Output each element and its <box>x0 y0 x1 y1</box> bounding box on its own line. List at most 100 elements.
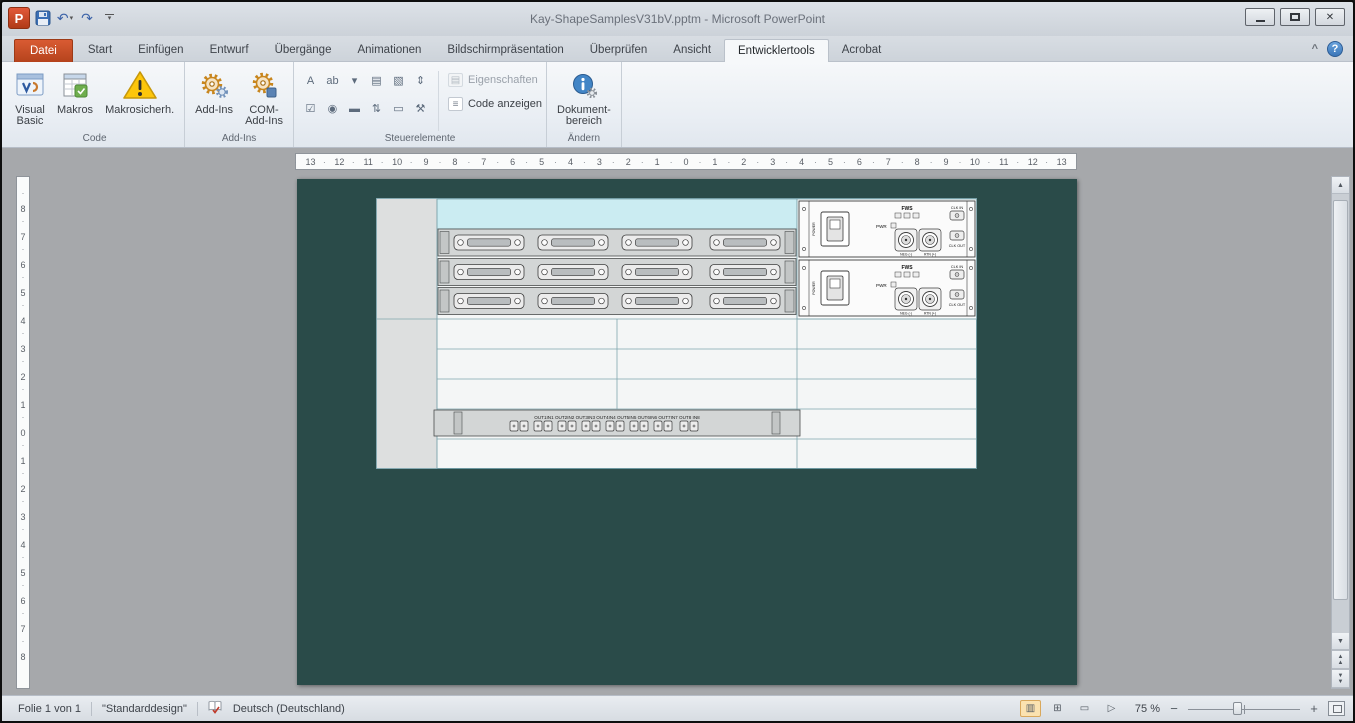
tab-uebergaenge[interactable]: Übergänge <box>262 39 345 61</box>
tab-datei[interactable]: Datei <box>14 39 73 62</box>
design-name[interactable]: "Standarddesign" <box>102 703 187 715</box>
ruler-number: 7 <box>874 154 903 169</box>
fit-to-window-button[interactable] <box>1328 701 1345 716</box>
undo-dropdown-caret: ▾ <box>70 14 74 22</box>
visual-basic-label-2: Basic <box>15 116 45 127</box>
tab-ansicht[interactable]: Ansicht <box>660 39 724 61</box>
titlebar[interactable]: P ↶▾ ↷ ▾ Kay-ShapeSamplesV31bV.pptm - Mi… <box>2 2 1353 36</box>
io-strip-labels: OUT1IN1 OUT2IN2 OUT3IN3 OUT4IN4 OUT5IN5 … <box>534 415 700 420</box>
io-strip: OUT1IN1 OUT2IN2 OUT3IN3 OUT4IN4 OUT5IN5 … <box>434 410 800 436</box>
tab-ueberpruefen[interactable]: Überprüfen <box>577 39 661 61</box>
double-up-icon-2: ▲ <box>1338 660 1344 666</box>
zoom-in-button[interactable]: + <box>1306 701 1322 717</box>
makros-button[interactable]: Makros <box>51 64 99 131</box>
tab-einfuegen[interactable]: Einfügen <box>125 39 196 61</box>
optionbutton-control[interactable]: ◉ <box>322 99 343 118</box>
addins-button[interactable]: Add-Ins <box>189 64 239 131</box>
language-indicator[interactable]: Deutsch (Deutschland) <box>233 703 345 715</box>
view-code-icon: ≡ <box>448 97 463 111</box>
slideshow-icon: ▷ <box>1108 703 1116 714</box>
scroll-up-icon: ▲ <box>1337 182 1344 189</box>
slide-sorter-icon: ⊞ <box>1053 703 1061 714</box>
dokumentbereich-button[interactable]: Dokument-bereich <box>551 64 617 131</box>
tab-animationen[interactable]: Animationen <box>344 39 434 61</box>
powerpoint-app-icon[interactable]: P <box>8 7 30 29</box>
vertical-scrollbar[interactable]: ▲ ▼ ▲▲ ▼▼ <box>1331 176 1350 689</box>
ruler-number: 10 <box>383 154 412 169</box>
tab-acrobat[interactable]: Acrobat <box>829 39 895 61</box>
rack-row-1 <box>438 229 796 256</box>
normal-view-button[interactable]: ▥ <box>1020 700 1041 717</box>
com-addins-button[interactable]: COM-Add-Ins <box>239 64 289 131</box>
equipment-drawing-shape[interactable]: POWER FWS PWR <box>376 198 977 469</box>
combobox-control[interactable]: ▾ <box>344 71 365 90</box>
close-button[interactable]: ✕ <box>1315 8 1345 26</box>
code-anzeigen-label: Code anzeigen <box>468 98 542 110</box>
group-label-aendern: Ändern <box>547 131 621 147</box>
spellcheck-icon[interactable] <box>208 700 223 717</box>
ruler-number: 3 <box>758 154 787 169</box>
next-slide-button[interactable]: ▼▼ <box>1332 669 1349 688</box>
reading-view-button[interactable]: ▭ <box>1074 700 1095 717</box>
tab-entwicklertools[interactable]: Entwicklertools <box>724 39 829 62</box>
spinbutton-control[interactable]: ⇅ <box>366 99 387 118</box>
slide-sorter-view-button[interactable]: ⊞ <box>1047 700 1068 717</box>
scroll-up-button[interactable]: ▲ <box>1332 177 1349 194</box>
tab-entwurf[interactable]: Entwurf <box>197 39 262 61</box>
visual-basic-icon <box>15 67 45 103</box>
label-control[interactable]: A <box>300 71 321 90</box>
tab-bildschirmpraesentation[interactable]: Bildschirmpräsentation <box>434 39 576 61</box>
ruler-number: 11 <box>354 154 383 169</box>
zoom-level[interactable]: 75 % <box>1128 703 1160 715</box>
scrollbar-thumb[interactable] <box>1333 200 1348 600</box>
horizontal-ruler[interactable]: 13121110987654321012345678910111213 <box>295 153 1077 170</box>
minimize-button[interactable] <box>1245 8 1275 26</box>
listbox-control[interactable]: ▤ <box>366 71 387 90</box>
textbox-control[interactable]: ab <box>322 71 343 90</box>
slideshow-view-button[interactable]: ▷ <box>1101 700 1122 717</box>
ruler-number: 2 <box>729 154 758 169</box>
group-label-addins: Add-Ins <box>185 131 293 147</box>
zoom-slider-thumb[interactable] <box>1233 702 1242 715</box>
double-down-icon-2: ▼ <box>1338 679 1344 685</box>
scrollbar-control[interactable]: ⇕ <box>410 71 431 90</box>
image-control[interactable]: ▧ <box>388 71 409 90</box>
ruler-number: 6 <box>498 154 527 169</box>
eigenschaften-button[interactable]: ▤ Eigenschaften <box>448 73 542 87</box>
zoom-out-button[interactable]: − <box>1166 701 1182 717</box>
vertical-ruler[interactable]: 87654321012345678 <box>16 176 30 689</box>
warning-triangle-icon <box>122 67 158 103</box>
undo-button[interactable]: ↶▾ <box>56 8 74 28</box>
statusbar-separator <box>197 702 198 716</box>
minimize-ribbon-button[interactable]: ^ <box>1312 43 1318 55</box>
eigenschaften-label: Eigenschaften <box>468 74 538 86</box>
scrollbar-track[interactable] <box>1332 194 1349 633</box>
save-button[interactable] <box>34 8 52 28</box>
visual-basic-button[interactable]: VisualBasic <box>9 64 51 131</box>
scroll-down-button[interactable]: ▼ <box>1332 633 1349 650</box>
code-anzeigen-button[interactable]: ≡ Code anzeigen <box>448 97 542 111</box>
customize-quick-access-button[interactable]: ▾ <box>100 8 118 28</box>
reading-view-icon: ▭ <box>1080 703 1089 714</box>
psu-module-2 <box>799 260 975 316</box>
slide[interactable]: POWER FWS PWR <box>297 179 1077 685</box>
togglebutton-control[interactable]: ▬ <box>344 99 365 118</box>
commandbutton-control[interactable]: ▭ <box>388 99 409 118</box>
dokumentbereich-label-2: bereich <box>557 116 611 127</box>
ruler-number: 0 <box>672 154 701 169</box>
redo-button[interactable]: ↷ <box>78 8 96 28</box>
more-controls[interactable]: ⚒ <box>410 99 431 118</box>
slide-counter[interactable]: Folie 1 von 1 <box>18 703 81 715</box>
editing-area: 13121110987654321012345678910111213 8765… <box>2 148 1353 695</box>
ribbon-group-steuerelemente: Aab▾▤▧⇕ ☑◉▬⇅▭⚒ ▤ Eigenschaften ≡ Code anz… <box>294 62 547 147</box>
previous-slide-button[interactable]: ▲▲ <box>1332 650 1349 669</box>
checkbox-control[interactable]: ☑ <box>300 99 321 118</box>
ruler-number: 13 <box>1047 154 1076 169</box>
tab-start[interactable]: Start <box>75 39 125 61</box>
makrosicherheit-button[interactable]: Makrosicherh. <box>99 64 180 131</box>
zoom-slider[interactable] <box>1188 701 1300 717</box>
dokumentbereich-info-icon <box>571 67 597 103</box>
help-button[interactable]: ? <box>1327 41 1343 57</box>
ruler-number: 7 <box>469 154 498 169</box>
maximize-button[interactable] <box>1280 8 1310 26</box>
